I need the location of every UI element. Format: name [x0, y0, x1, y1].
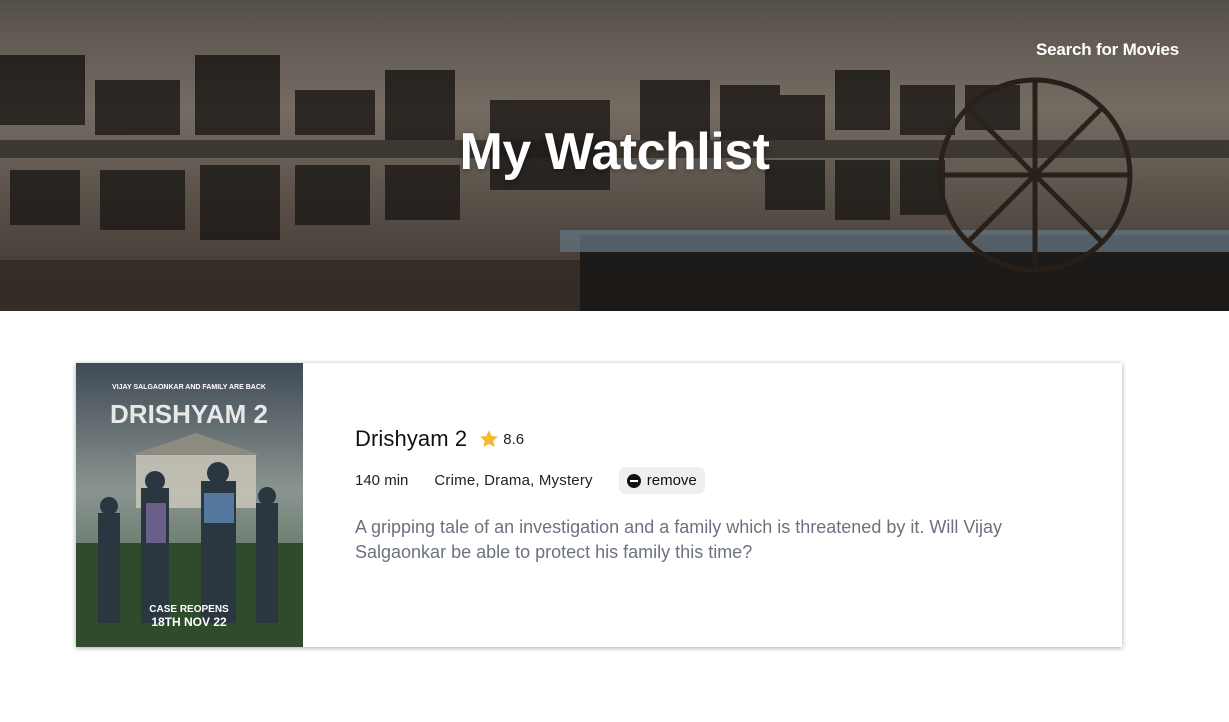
poster-tagline: VIJAY SALGAONKAR AND FAMILY ARE BACK: [112, 384, 266, 391]
movie-genres: Crime, Drama, Mystery: [434, 472, 593, 489]
poster-image: VIJAY SALGAONKAR AND FAMILY ARE BACK DRI…: [76, 363, 303, 647]
poster-footer-line1: CASE REOPENS: [149, 604, 229, 615]
minus-circle-icon: [626, 473, 641, 488]
poster-title: DRISHYAM 2: [110, 399, 268, 429]
search-for-movies-link[interactable]: Search for Movies: [1036, 40, 1179, 60]
movie-info: Drishyam 2 8.6 140 min Crime, Drama, Mys…: [303, 363, 1122, 647]
remove-label: remove: [646, 472, 697, 489]
title-row: Drishyam 2 8.6: [355, 426, 1122, 452]
movie-title[interactable]: Drishyam 2: [355, 426, 467, 452]
movie-rating: 8.6: [503, 430, 525, 448]
movie-poster[interactable]: VIJAY SALGAONKAR AND FAMILY ARE BACK DRI…: [76, 363, 303, 647]
hero-banner: Search for Movies My Watchlist: [0, 0, 1229, 311]
page-title: My Watchlist: [459, 123, 770, 181]
star-icon: [480, 430, 499, 447]
poster-footer-line2: 18TH NOV 22: [151, 615, 227, 629]
meta-row: 140 min Crime, Drama, Mystery remove: [355, 467, 1122, 494]
movie-overview: A gripping tale of an investigation and …: [355, 517, 1003, 562]
watchlist-card: VIJAY SALGAONKAR AND FAMILY ARE BACK DRI…: [76, 363, 1122, 647]
remove-button[interactable]: remove: [618, 467, 705, 494]
movie-runtime: 140 min: [355, 472, 409, 489]
